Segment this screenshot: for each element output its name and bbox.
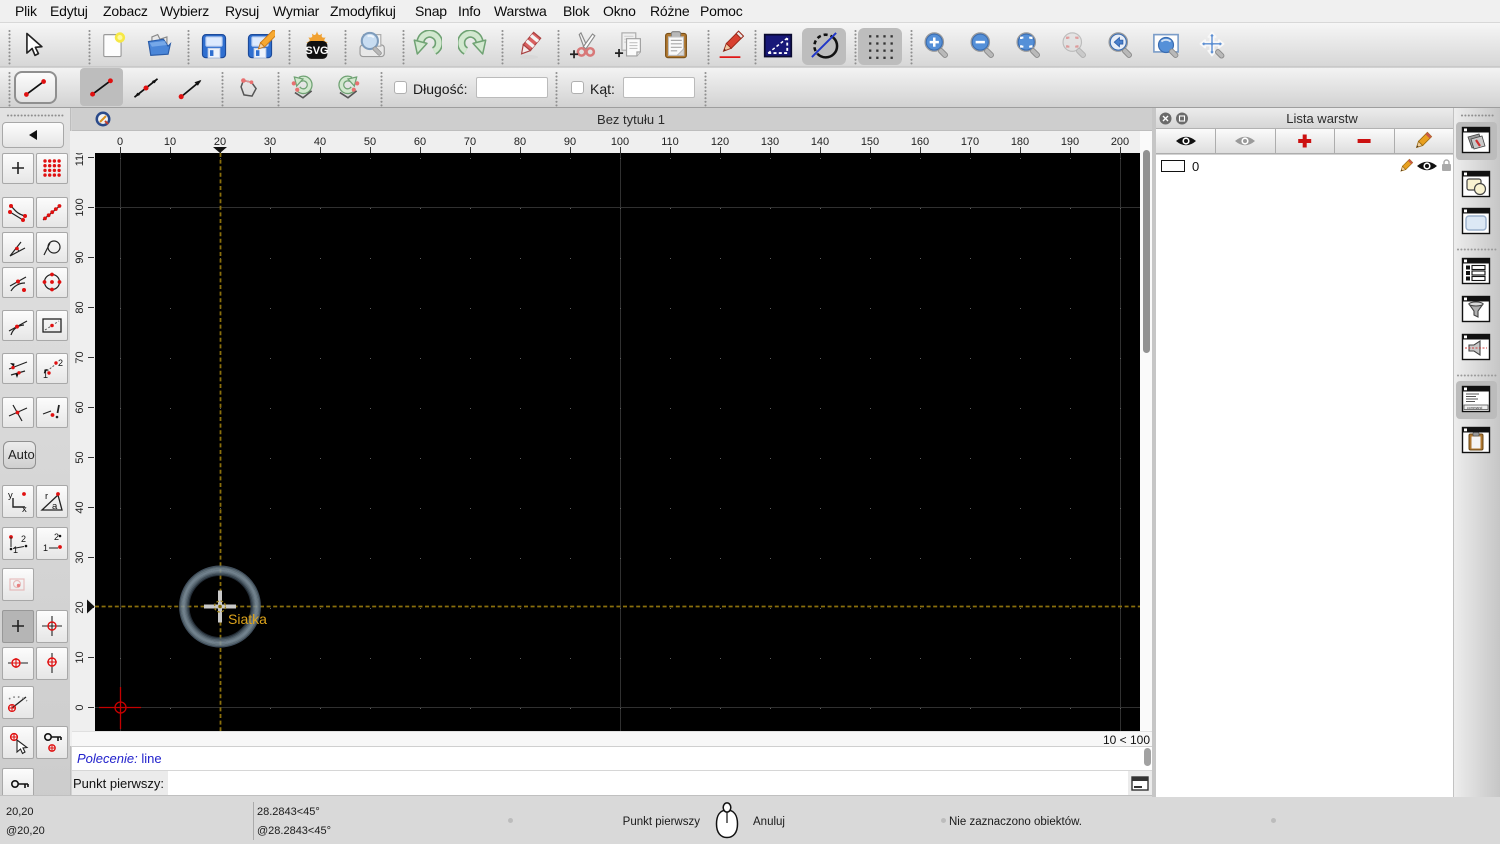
svg-text:1: 1 [43, 543, 48, 553]
svg-text:40: 40 [74, 501, 86, 513]
svg-text:110: 110 [74, 153, 86, 166]
svg-text:30: 30 [264, 136, 276, 148]
svg-text:x: x [22, 504, 27, 514]
svg-text:200: 200 [1111, 136, 1129, 148]
svg-text:30: 30 [74, 551, 86, 563]
svg-text:150: 150 [861, 136, 879, 148]
svg-text:50: 50 [364, 136, 376, 148]
svg-text:170: 170 [961, 136, 979, 148]
svg-text:190: 190 [1061, 136, 1079, 148]
svg-text:140: 140 [811, 136, 829, 148]
svg-text:command: command [1467, 406, 1482, 410]
svg-text:0: 0 [74, 704, 86, 710]
svg-text:10: 10 [74, 651, 86, 663]
svg-text:60: 60 [414, 136, 426, 148]
svg-text:70: 70 [464, 136, 476, 148]
svg-text:20: 20 [214, 136, 226, 148]
svg-text:SVG: SVG [305, 45, 328, 57]
svg-text:100: 100 [74, 198, 86, 216]
svg-text:160: 160 [911, 136, 929, 148]
svg-text:80: 80 [74, 301, 86, 313]
svg-text:130: 130 [761, 136, 779, 148]
svg-text:70: 70 [74, 351, 86, 363]
svg-text:2: 2 [58, 358, 63, 368]
svg-text:1: 1 [13, 545, 18, 555]
svg-text:50: 50 [74, 451, 86, 463]
svg-text:0: 0 [117, 136, 123, 148]
svg-text:100: 100 [611, 136, 629, 148]
svg-text:90: 90 [74, 251, 86, 263]
svg-text:90: 90 [564, 136, 576, 148]
svg-text:Siatka: Siatka [228, 611, 267, 627]
svg-text:110: 110 [661, 136, 679, 148]
svg-text:r: r [45, 491, 48, 502]
svg-text:2: 2 [54, 532, 59, 542]
svg-text:60: 60 [74, 401, 86, 413]
svg-text:y: y [8, 490, 13, 501]
svg-text:20: 20 [74, 601, 86, 613]
svg-text:180: 180 [1011, 136, 1029, 148]
svg-text:40: 40 [314, 136, 326, 148]
svg-text:2: 2 [21, 534, 26, 544]
svg-text:80: 80 [514, 136, 526, 148]
svg-text:120: 120 [711, 136, 729, 148]
svg-text:10: 10 [164, 136, 176, 148]
